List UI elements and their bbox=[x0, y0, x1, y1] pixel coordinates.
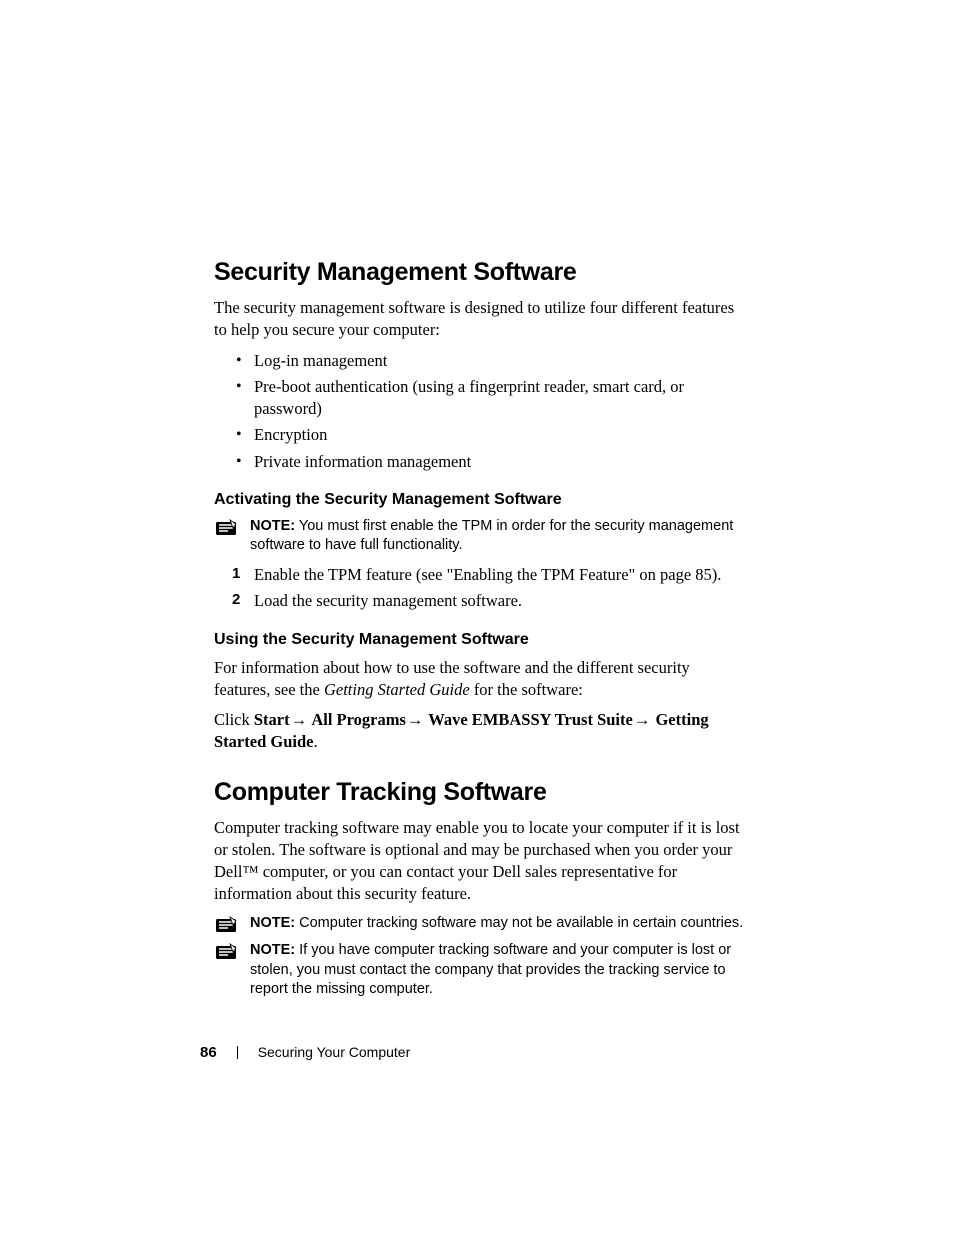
note-body: If you have computer tracking software a… bbox=[250, 942, 731, 997]
step-item: Enable the TPM feature (see "Enabling th… bbox=[214, 564, 744, 586]
chapter-title: Securing Your Computer bbox=[258, 1044, 411, 1060]
note-label: NOTE: bbox=[250, 942, 295, 958]
click-path-paragraph: Click Start→ All Programs→ Wave EMBASSY … bbox=[214, 709, 744, 754]
note-block: NOTE: Computer tracking software may not… bbox=[214, 914, 744, 934]
feature-bullet-list: Log-in management Pre-boot authenticatio… bbox=[214, 350, 744, 473]
page-content: Security Management Software The securit… bbox=[214, 258, 744, 1008]
step-item: Load the security management software. bbox=[214, 590, 744, 612]
intro-paragraph: The security management software is desi… bbox=[214, 297, 744, 342]
page-number: 86 bbox=[200, 1044, 217, 1061]
note-block: NOTE: You must first enable the TPM in o… bbox=[214, 517, 744, 556]
note-icon bbox=[216, 916, 238, 932]
note-text: NOTE: If you have computer tracking soft… bbox=[250, 941, 744, 1000]
note-text: NOTE: Computer tracking software may not… bbox=[250, 914, 744, 934]
note-label: NOTE: bbox=[250, 518, 295, 534]
heading-security-mgmt: Security Management Software bbox=[214, 258, 744, 287]
bullet-item: Encryption bbox=[214, 424, 744, 446]
note-icon bbox=[216, 943, 238, 959]
heading-computer-tracking: Computer Tracking Software bbox=[214, 778, 744, 807]
page-footer: 86 Securing Your Computer bbox=[200, 1044, 410, 1061]
note-body: Computer tracking software may not be av… bbox=[295, 915, 743, 931]
click-word: Click bbox=[214, 710, 254, 729]
subheading-activating: Activating the Security Management Softw… bbox=[214, 491, 744, 509]
para-italic: Getting Started Guide bbox=[324, 680, 470, 699]
period: . bbox=[313, 732, 317, 751]
menu-path: Start→ All Programs→ Wave EMBASSY Trust … bbox=[214, 710, 709, 751]
footer-divider bbox=[237, 1046, 238, 1059]
note-icon bbox=[216, 519, 238, 535]
note-label: NOTE: bbox=[250, 915, 295, 931]
note-body: You must first enable the TPM in order f… bbox=[250, 518, 733, 554]
bullet-item: Pre-boot authentication (using a fingerp… bbox=[214, 376, 744, 421]
steps-list: Enable the TPM feature (see "Enabling th… bbox=[214, 564, 744, 613]
bullet-item: Log-in management bbox=[214, 350, 744, 372]
note-text: NOTE: You must first enable the TPM in o… bbox=[250, 517, 744, 556]
para-tail: for the software: bbox=[470, 680, 583, 699]
using-paragraph: For information about how to use the sof… bbox=[214, 657, 744, 702]
bullet-item: Private information management bbox=[214, 451, 744, 473]
subheading-using: Using the Security Management Software bbox=[214, 631, 744, 649]
tracking-paragraph: Computer tracking software may enable yo… bbox=[214, 817, 744, 906]
note-block: NOTE: If you have computer tracking soft… bbox=[214, 941, 744, 1000]
